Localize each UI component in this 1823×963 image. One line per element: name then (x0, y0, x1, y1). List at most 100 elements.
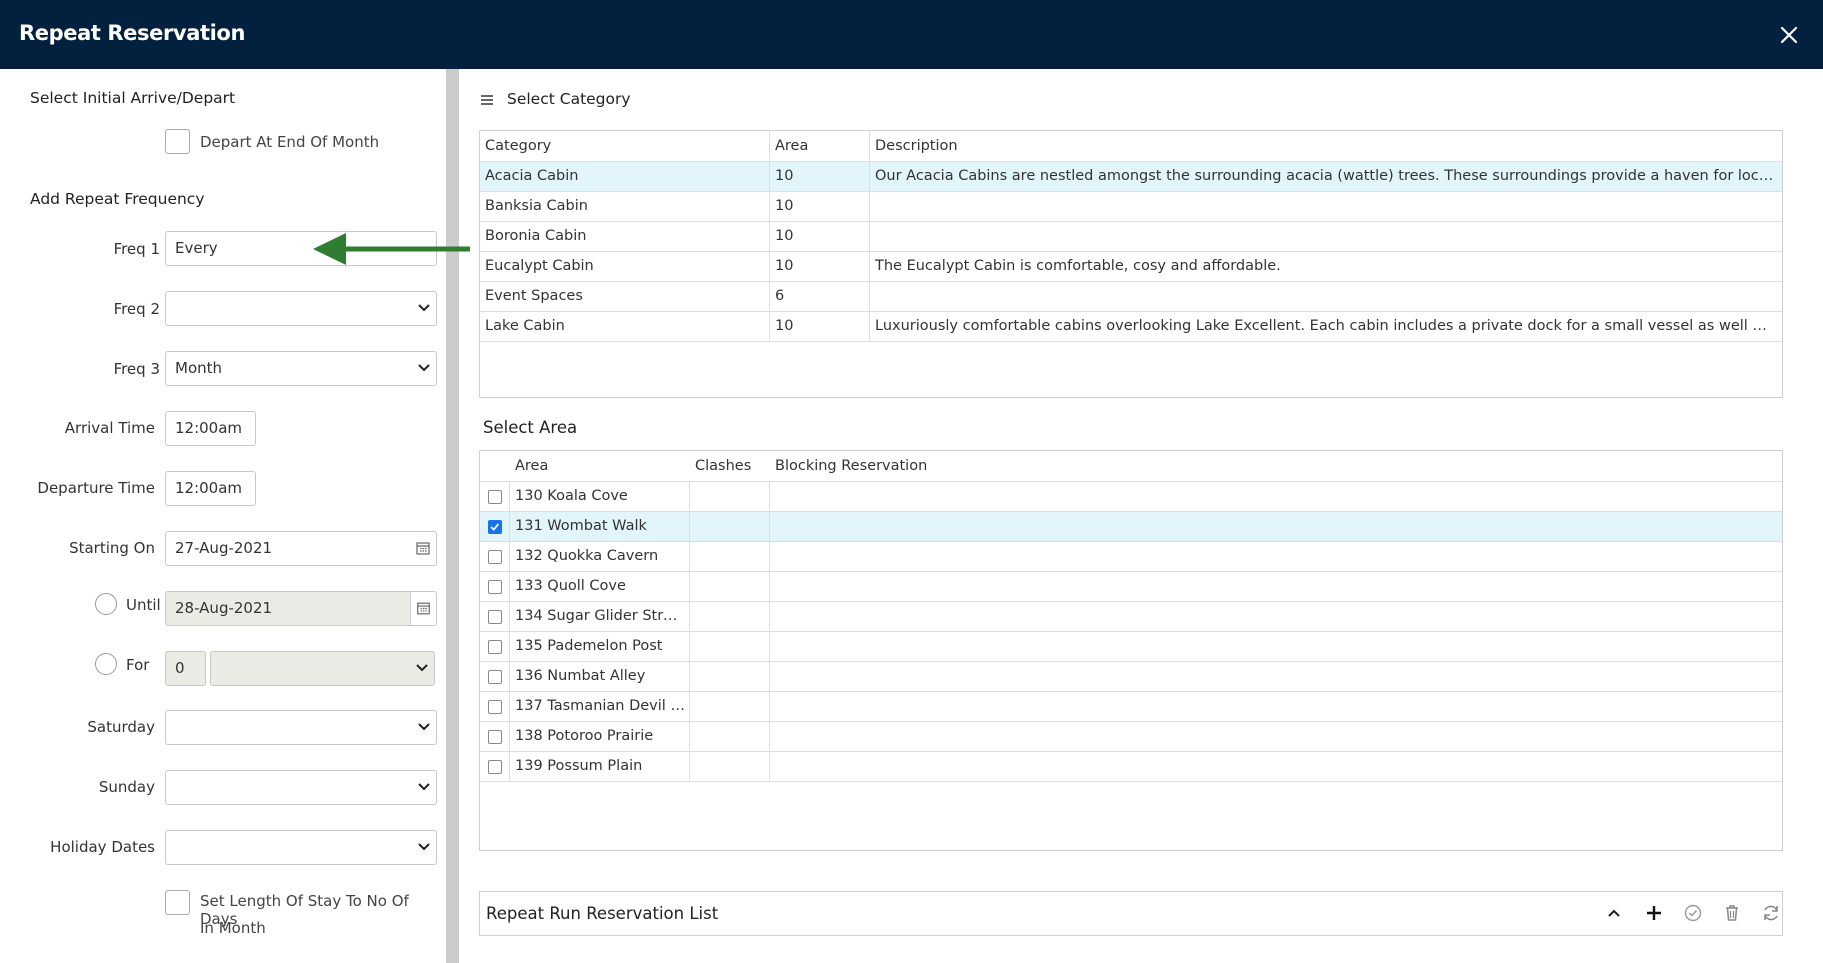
repeat-frequency-title: Add Repeat Frequency (30, 190, 205, 208)
category-area-cell[interactable]: 10 (775, 258, 860, 274)
area-name-cell[interactable]: 132 Quokka Cavern (515, 548, 685, 564)
column-divider (769, 481, 770, 781)
area-row-checkbox[interactable] (488, 760, 502, 774)
blocking-reservation-header[interactable]: Blocking Reservation (775, 458, 927, 474)
check-circle-icon[interactable] (1682, 902, 1704, 924)
category-area-cell[interactable]: 10 (775, 228, 860, 244)
column-divider (869, 131, 870, 341)
category-area-cell[interactable]: 10 (775, 318, 860, 334)
category-cell[interactable]: Acacia Cabin (485, 168, 760, 184)
starting-on-label: Starting On (69, 539, 155, 557)
area-col-header[interactable]: Area (515, 458, 548, 474)
area-row-checkbox[interactable] (488, 490, 502, 504)
area-name-cell[interactable]: 130 Koala Cove (515, 488, 685, 504)
row-divider (480, 751, 1782, 752)
category-area-cell[interactable]: 10 (775, 198, 860, 214)
until-date-input[interactable]: 28-Aug-2021 (165, 591, 437, 626)
area-row-checkbox[interactable] (488, 640, 502, 654)
starting-on-value: 27-Aug-2021 (175, 539, 273, 557)
select-area-title: Select Area (483, 418, 578, 437)
category-description-cell[interactable]: The Eucalypt Cabin is comfortable, cosy … (875, 258, 1775, 274)
category-cell[interactable]: Banksia Cabin (485, 198, 760, 214)
saturday-label: Saturday (87, 718, 155, 736)
row-divider (480, 691, 1782, 692)
area-row-checkbox[interactable] (488, 520, 502, 534)
calendar-icon[interactable] (410, 592, 436, 625)
area-name-cell[interactable]: 136 Numbat Alley (515, 668, 685, 684)
freq1-label: Freq 1 (113, 240, 160, 258)
refresh-icon[interactable] (1760, 902, 1782, 924)
description-header[interactable]: Description (875, 138, 958, 154)
panel-splitter[interactable] (446, 69, 459, 963)
category-description-cell[interactable]: Luxuriously comfortable cabins overlooki… (875, 318, 1775, 334)
category-cell[interactable]: Event Spaces (485, 288, 760, 304)
area-name-cell[interactable]: 138 Potoroo Prairie (515, 728, 685, 744)
window-title: Repeat Reservation (19, 21, 245, 45)
area-name-cell[interactable]: 134 Sugar Glider Street (515, 608, 685, 624)
departure-time-input[interactable]: 12:00am (165, 471, 256, 506)
for-radio[interactable] (95, 653, 117, 675)
starting-on-input[interactable]: 27-Aug-2021 (165, 531, 437, 566)
trash-icon[interactable] (1721, 902, 1743, 924)
row-divider (480, 571, 1782, 572)
arrival-time-input[interactable]: 12:00am (165, 411, 256, 446)
area-row-checkbox[interactable] (488, 700, 502, 714)
set-length-checkbox[interactable] (165, 890, 190, 915)
clashes-header[interactable]: Clashes (695, 458, 751, 474)
set-length-label-2: In Month (200, 919, 266, 937)
repeat-run-title: Repeat Run Reservation List (486, 904, 719, 923)
chevron-up-icon[interactable] (1603, 902, 1625, 924)
sunday-select[interactable] (165, 770, 437, 805)
holiday-dates-select[interactable] (165, 830, 437, 865)
category-area-cell[interactable]: 6 (775, 288, 860, 304)
area-name-cell[interactable]: 139 Possum Plain (515, 758, 685, 774)
row-divider (480, 631, 1782, 632)
until-radio[interactable] (95, 593, 117, 615)
plus-icon[interactable] (1643, 902, 1665, 924)
close-icon[interactable] (1776, 22, 1802, 48)
arrival-time-label: Arrival Time (64, 419, 155, 437)
freq2-label: Freq 2 (113, 300, 160, 318)
freq3-select[interactable]: Month (165, 351, 437, 386)
category-area-cell[interactable]: 10 (775, 168, 860, 184)
area-name-cell[interactable]: 131 Wombat Walk (515, 518, 685, 534)
category-cell[interactable]: Lake Cabin (485, 318, 760, 334)
area-name-cell[interactable]: 135 Pademelon Post (515, 638, 685, 654)
chevron-down-icon (416, 664, 428, 672)
row-divider (480, 541, 1782, 542)
area-grid: Area Clashes Blocking Reservation 130 Ko… (479, 450, 1783, 851)
category-description-cell[interactable]: Our Acacia Cabins are nestled amongst th… (875, 168, 1775, 184)
until-label: Until (126, 596, 161, 614)
menu-icon[interactable] (480, 93, 494, 107)
row-divider (480, 481, 1782, 482)
freq2-select[interactable] (165, 291, 437, 326)
row-divider (480, 341, 1782, 342)
for-count-input[interactable]: 0 (165, 651, 206, 686)
row-divider (480, 251, 1782, 252)
area-name-cell[interactable]: 133 Quoll Cove (515, 578, 685, 594)
calendar-icon[interactable] (410, 532, 436, 565)
depart-end-of-month-label: Depart At End Of Month (200, 133, 380, 151)
column-divider (769, 131, 770, 341)
departure-time-value: 12:00am (175, 479, 243, 497)
depart-end-of-month-checkbox[interactable] (165, 129, 190, 154)
area-row-checkbox[interactable] (488, 580, 502, 594)
area-name-cell[interactable]: 137 Tasmanian Devil Tu... (515, 698, 685, 714)
column-divider (689, 481, 690, 781)
area-row-checkbox[interactable] (488, 730, 502, 744)
area-header[interactable]: Area (775, 138, 808, 154)
initial-arrive-depart-title: Select Initial Arrive/Depart (30, 89, 236, 107)
category-cell[interactable]: Boronia Cabin (485, 228, 760, 244)
category-header[interactable]: Category (485, 138, 551, 154)
category-cell[interactable]: Eucalypt Cabin (485, 258, 760, 274)
until-value: 28-Aug-2021 (175, 599, 273, 617)
area-row-checkbox[interactable] (488, 670, 502, 684)
saturday-select[interactable] (165, 710, 437, 745)
holiday-dates-label: Holiday Dates (50, 838, 155, 856)
area-row-checkbox[interactable] (488, 550, 502, 564)
select-category-title: Select Category (507, 90, 631, 108)
chevron-down-icon (418, 783, 430, 791)
area-row-checkbox[interactable] (488, 610, 502, 624)
freq3-value: Month (175, 359, 223, 377)
for-unit-select[interactable] (210, 651, 435, 686)
